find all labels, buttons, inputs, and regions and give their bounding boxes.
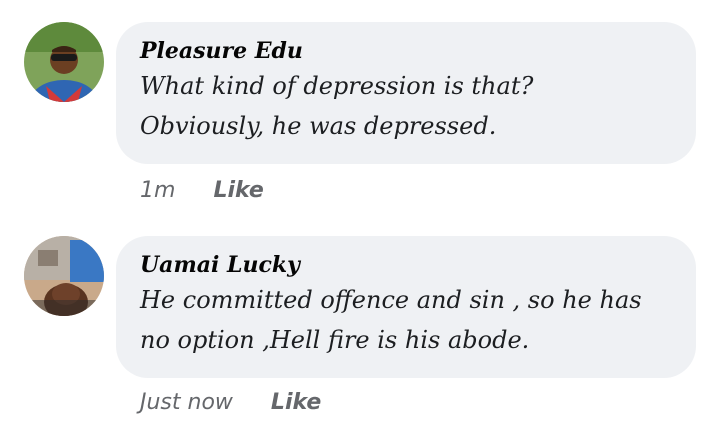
comment-text-line-1: He committed offence and sin , so he has <box>140 286 642 314</box>
comment-text-line-1: What kind of depression is that? <box>140 72 534 100</box>
comment-actions: Just now Like <box>140 390 321 415</box>
comment-timestamp[interactable]: Just now <box>140 390 233 415</box>
avatar[interactable] <box>24 22 104 102</box>
profile-photo-icon <box>24 236 104 316</box>
comment-author[interactable]: Uamai Lucky <box>140 250 672 280</box>
comment-text-line-2: Obviously, he was depressed. <box>140 112 497 140</box>
comment-text-line-2: no option ,Hell fire is his abode. <box>140 326 530 354</box>
like-button[interactable]: Like <box>271 390 321 415</box>
like-button[interactable]: Like <box>213 178 263 203</box>
comment-bubble: Pleasure Edu What kind of depression is … <box>116 22 696 164</box>
comment-author[interactable]: Pleasure Edu <box>140 36 672 66</box>
comment-bubble: Uamai Lucky He committed offence and sin… <box>116 236 696 378</box>
comment-actions: 1m Like <box>140 178 264 203</box>
comment-timestamp[interactable]: 1m <box>140 178 175 203</box>
profile-photo-icon <box>24 22 104 102</box>
avatar[interactable] <box>24 236 104 316</box>
